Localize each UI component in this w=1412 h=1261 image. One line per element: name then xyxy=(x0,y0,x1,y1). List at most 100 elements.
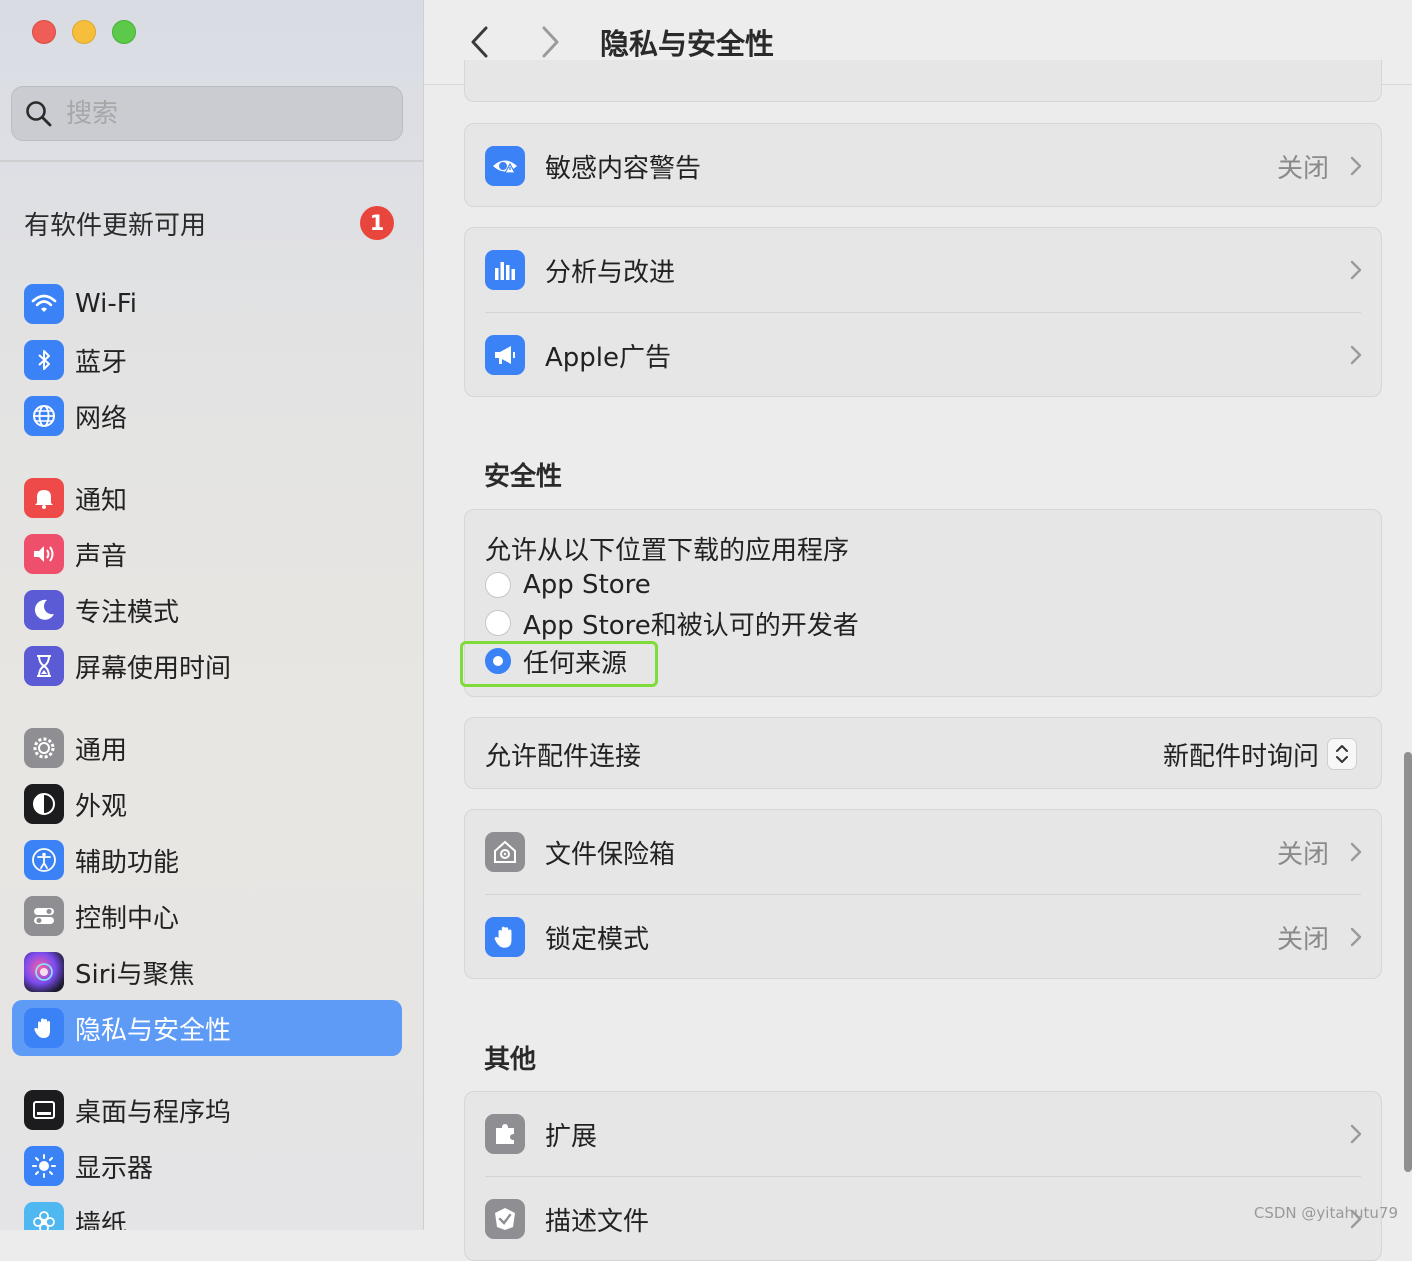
zoom-button[interactable] xyxy=(112,20,136,44)
security-heading: 安全性 xyxy=(484,462,563,492)
sidebar-item-screen-time[interactable]: 屏幕使用时间 xyxy=(12,638,402,694)
sidebar-item-control-center[interactable]: 控制中心 xyxy=(12,888,402,944)
sidebar-item-appearance[interactable]: 外观 xyxy=(12,776,402,832)
sensitive-content-card: 敏感内容警告 关闭 xyxy=(464,123,1382,207)
sidebar: 有软件更新可用 1 Wi-Fi 蓝牙 网络 通知 声音 xyxy=(0,0,424,1230)
sun-icon xyxy=(24,1146,64,1186)
forward-button[interactable] xyxy=(530,22,570,62)
highlight-annotation-box xyxy=(460,641,658,687)
analytics-row[interactable]: 分析与改进 xyxy=(465,228,1381,312)
sidebar-item-notifications[interactable]: 通知 xyxy=(12,470,402,526)
eye-warning-icon xyxy=(485,146,525,186)
bluetooth-icon xyxy=(24,340,64,380)
apple-ads-label: Apple广告 xyxy=(545,342,672,373)
radio-option-app-store[interactable]: App Store xyxy=(485,566,1381,604)
extensions-row[interactable]: 扩展 xyxy=(465,1092,1381,1176)
megaphone-icon xyxy=(485,335,525,375)
sidebar-item-label: 外观 xyxy=(75,791,128,822)
sidebar-item-label: 辅助功能 xyxy=(75,847,180,878)
close-button[interactable] xyxy=(32,20,56,44)
minimize-button[interactable] xyxy=(72,20,96,44)
up-down-chevron-icon xyxy=(1336,745,1348,763)
sidebar-item-label: Siri与聚焦 xyxy=(75,959,195,990)
chevron-right-icon xyxy=(1350,345,1362,365)
analytics-ads-card: 分析与改进 Apple广告 xyxy=(464,227,1382,397)
sidebar-item-label: 控制中心 xyxy=(75,903,180,934)
sidebar-item-desktop-dock[interactable]: 桌面与程序坞 xyxy=(12,1082,402,1138)
sidebar-item-wallpaper[interactable]: 墙纸 xyxy=(12,1194,402,1230)
sidebar-item-bluetooth[interactable]: 蓝牙 xyxy=(12,332,402,388)
card-partial xyxy=(464,60,1382,102)
sensitive-content-row[interactable]: 敏感内容警告 关闭 xyxy=(465,124,1381,208)
filevault-label: 文件保险箱 xyxy=(545,839,676,870)
chevron-left-icon xyxy=(471,26,488,58)
moon-icon xyxy=(24,590,64,630)
sidebar-item-sound[interactable]: 声音 xyxy=(12,526,402,582)
dock-icon xyxy=(24,1090,64,1130)
sidebar-item-wifi[interactable]: Wi-Fi xyxy=(12,276,402,332)
search-input[interactable] xyxy=(64,97,368,130)
toggles-icon xyxy=(24,896,64,936)
sidebar-item-label: 网络 xyxy=(75,403,128,434)
bell-icon xyxy=(24,478,64,518)
filevault-row[interactable]: 文件保险箱 关闭 xyxy=(465,810,1381,894)
sidebar-item-general[interactable]: 通用 xyxy=(12,720,402,776)
sidebar-item-label: 蓝牙 xyxy=(75,347,128,378)
puzzle-icon xyxy=(485,1114,525,1154)
radio-button[interactable] xyxy=(485,610,511,636)
update-count-badge: 1 xyxy=(360,206,394,240)
extensions-label: 扩展 xyxy=(545,1121,598,1152)
profiles-row[interactable]: 描述文件 xyxy=(465,1177,1381,1261)
lockdown-row[interactable]: 锁定模式 关闭 xyxy=(465,895,1381,979)
radio-button[interactable] xyxy=(485,572,511,598)
chevron-right-icon xyxy=(1350,156,1362,176)
page-title: 隐私与安全性 xyxy=(600,27,775,61)
accessories-value[interactable]: 新配件时询问 xyxy=(1163,736,1319,773)
radio-option-identified-developers[interactable]: App Store和被认可的开发者 xyxy=(485,604,1381,642)
sidebar-item-label: 桌面与程序坞 xyxy=(75,1097,232,1128)
globe-icon xyxy=(24,396,64,436)
software-update-row[interactable]: 有软件更新可用 1 xyxy=(24,200,394,246)
sidebar-item-privacy-security[interactable]: 隐私与安全性 xyxy=(12,1000,402,1056)
sidebar-item-label: 显示器 xyxy=(75,1153,154,1184)
sidebar-item-label: 屏幕使用时间 xyxy=(75,653,232,684)
sensitive-content-value: 关闭 xyxy=(1276,153,1329,184)
scrollbar-thumb[interactable] xyxy=(1404,752,1412,1172)
chevron-right-icon xyxy=(542,26,559,58)
sidebar-item-displays[interactable]: 显示器 xyxy=(12,1138,402,1194)
accessories-row[interactable]: 允许配件连接 新配件时询问 xyxy=(465,718,1381,790)
vault-house-icon xyxy=(485,832,525,872)
checkmark-badge-icon xyxy=(485,1199,525,1239)
apple-ads-row[interactable]: Apple广告 xyxy=(465,313,1381,397)
sidebar-item-accessibility[interactable]: 辅助功能 xyxy=(12,832,402,888)
sidebar-item-siri[interactable]: Siri与聚焦 xyxy=(12,944,402,1000)
main-pane: 隐私与安全性 敏感内容警告 关闭 分析与改进 Apple广告 安全性 允许从以下… xyxy=(424,0,1412,1261)
hand-icon xyxy=(24,1008,64,1048)
filevault-lockdown-card: 文件保险箱 关闭 锁定模式 关闭 xyxy=(464,809,1382,979)
chevron-right-icon xyxy=(1350,1124,1362,1144)
download-sources-label: 允许从以下位置下载的应用程序 xyxy=(485,536,850,566)
radio-label: App Store xyxy=(523,570,651,600)
profiles-label: 描述文件 xyxy=(545,1206,650,1237)
sensitive-content-label: 敏感内容警告 xyxy=(545,153,702,184)
accessories-card: 允许配件连接 新配件时询问 xyxy=(464,717,1382,789)
siri-icon xyxy=(24,952,64,992)
others-heading: 其他 xyxy=(484,1045,537,1075)
back-button[interactable] xyxy=(460,22,500,62)
sidebar-item-label: 通知 xyxy=(75,485,128,516)
sidebar-item-label: 声音 xyxy=(75,541,128,572)
sidebar-item-label: Wi-Fi xyxy=(75,289,138,319)
search-icon xyxy=(26,100,52,126)
analytics-label: 分析与改进 xyxy=(545,257,676,288)
appearance-icon xyxy=(24,784,64,824)
filevault-value: 关闭 xyxy=(1276,839,1329,870)
sidebar-item-network[interactable]: 网络 xyxy=(12,388,402,444)
popup-stepper[interactable] xyxy=(1327,738,1357,770)
software-update-label: 有软件更新可用 xyxy=(24,210,207,241)
sidebar-item-focus[interactable]: 专注模式 xyxy=(12,582,402,638)
chevron-right-icon xyxy=(1350,842,1362,862)
hourglass-icon xyxy=(24,646,64,686)
window-controls xyxy=(32,20,136,44)
gear-icon xyxy=(24,728,64,768)
search-field[interactable] xyxy=(11,86,403,141)
